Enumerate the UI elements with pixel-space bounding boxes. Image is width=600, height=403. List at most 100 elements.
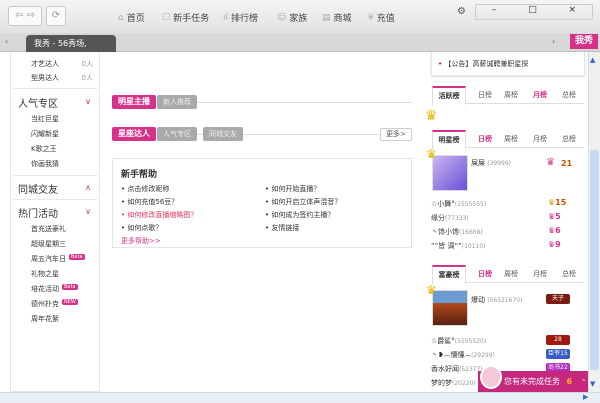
section-popular[interactable]: 人气专区 (18, 95, 58, 110)
nav-ranking[interactable]: ıl 排行榜 (223, 11, 258, 25)
nav-tasks[interactable]: ☐ 新手任务 (162, 11, 209, 25)
tab-popular[interactable]: 人气专区 (157, 127, 197, 141)
nav-recharge[interactable]: ¥ 充值 (368, 11, 395, 25)
ranking-row[interactable]: “”皆 调“”(10110) (431, 241, 486, 251)
new-badge: NEW (62, 299, 78, 305)
tab-star-anchors[interactable]: 明星主播 (112, 95, 156, 109)
vertical-scrollbar[interactable]: ▲ ▼ (588, 52, 600, 392)
rich-ranking-title[interactable]: 富豪榜 (432, 265, 466, 284)
sidebar-item[interactable]: 当红巨星 (31, 114, 59, 124)
nav-shop[interactable]: ▤ 商城 (322, 11, 352, 25)
level-badge: ♛9 (548, 240, 561, 249)
notice-box: • 【公告】高薪诚聘兼职星探 (431, 52, 585, 76)
chevron-down-icon[interactable]: ∨ (85, 207, 91, 216)
chart-icon: ıl (223, 12, 229, 23)
tab-day[interactable]: 日榜 (478, 90, 492, 100)
sidebar-item[interactable]: 才艺达人 (31, 59, 59, 69)
more-help-link[interactable]: 更多帮助>> (121, 236, 161, 246)
notice-link[interactable]: • 【公告】高薪诚聘兼职星探 (438, 59, 528, 69)
tab-new-recommend[interactable]: 新人推荐 (157, 95, 197, 109)
nav-home[interactable]: ⌂ 首页 (118, 11, 145, 25)
help-link[interactable]: • 如何充值56豆？ (121, 197, 178, 207)
sidebar-item[interactable]: 德州扑克 NEW (31, 299, 78, 309)
more-button[interactable]: 更多> (380, 128, 412, 141)
help-link[interactable]: • 如何开启立体声混音？ (265, 197, 341, 207)
tab-week[interactable]: 周榜 (504, 269, 518, 279)
section-city[interactable]: 同城交友 (18, 181, 58, 196)
sidebar-item[interactable]: 你画我猜 (31, 159, 59, 169)
tab-scroll-left-icon[interactable]: ‹ (5, 37, 8, 46)
ranking-row[interactable]: 丶馋小馋(16668) (431, 227, 483, 237)
level-badge: ♛6 (548, 226, 561, 235)
item-count: 0人 (81, 74, 93, 82)
refresh-button[interactable]: ⟳ (46, 6, 66, 26)
ranking-row[interactable]: ☆爵鲨°(5555520) (431, 336, 486, 346)
ranking-row[interactable]: 丶❥෴懵懂෴(29299) (431, 350, 495, 360)
beta-badge: Beta (69, 254, 85, 260)
task-count: 6 (566, 377, 573, 386)
help-link[interactable]: • 如何成为签约主播？ (265, 210, 334, 220)
sidebar-item[interactable]: 闪耀新星 (31, 129, 59, 139)
chevron-up-icon[interactable]: ⌃ (581, 378, 587, 386)
scroll-right-icon[interactable]: ▶ (583, 393, 588, 401)
tab-total[interactable]: 总榜 (562, 269, 576, 279)
active-ranking-tabs: 活跃榜 日榜 周榜 月榜 总榜 (432, 86, 584, 105)
sidebar-item[interactable]: 首充送豪礼 (31, 224, 66, 234)
help-link[interactable]: • 点击修改昵称 (121, 184, 169, 194)
tab-week[interactable]: 周榜 (504, 134, 518, 144)
rich-top-name[interactable]: 爆动 (56521670) (471, 295, 522, 305)
rich-ranking-tabs: 富豪榜 日榜 周榜 月榜 总榜 (432, 265, 584, 284)
section-events[interactable]: 热门活动 (18, 205, 58, 220)
ranking-row[interactable]: 香水好闻(52377) (431, 364, 483, 374)
sidebar-item[interactable]: 超级星期三 (31, 239, 66, 249)
tab-day[interactable]: 日榜 (478, 134, 492, 144)
scroll-up-icon[interactable]: ▲ (590, 56, 595, 64)
avatar[interactable] (432, 290, 468, 326)
tab-month[interactable]: 月榜 (533, 269, 547, 279)
tab-month[interactable]: 月榜 (533, 134, 547, 144)
star-top-name[interactable]: 屎屎 (39999) (471, 158, 511, 168)
ranking-row[interactable]: 缘分(77333) (431, 213, 469, 223)
star-ranking-title[interactable]: 明星榜 (432, 130, 466, 149)
active-ranking-title[interactable]: 活跃榜 (432, 86, 466, 105)
gear-icon[interactable]: ⚙ (457, 6, 466, 17)
back-forward-buttons[interactable]: ⇦ ⇨ (8, 6, 42, 26)
task-reminder-popup[interactable]: 您有未完成任务 6 ⌃ (478, 365, 588, 392)
avatar[interactable] (432, 155, 468, 191)
scrollbar-thumb[interactable] (590, 150, 599, 370)
home-icon: ⌂ (118, 12, 124, 23)
sidebar-item[interactable]: 周五汽车日 Beta (31, 254, 85, 264)
rank-badge: 天子 (546, 294, 570, 304)
chevron-up-icon[interactable]: ∧ (85, 183, 91, 192)
tab-total[interactable]: 总榜 (562, 134, 576, 144)
tab-day[interactable]: 日榜 (478, 269, 492, 279)
help-box: 新手帮助 • 点击修改昵称 • 如何充值56豆？ • 如何修改直播缩略图？ • … (112, 158, 412, 248)
tab-week[interactable]: 周榜 (504, 90, 518, 100)
maximize-icon[interactable]: □ (528, 5, 537, 19)
tab-constellation[interactable]: 星座达人 (112, 127, 156, 141)
sidebar-item[interactable]: 礼物之星 (31, 269, 59, 279)
help-link[interactable]: • 如何点歌？ (121, 223, 162, 233)
tab-city[interactable]: 同城交友 (203, 127, 243, 141)
sidebar-item[interactable]: K歌之王 (31, 144, 57, 154)
close-icon[interactable]: × (569, 5, 577, 19)
sidebar-item[interactable]: 周年花絮 (31, 314, 59, 324)
browser-tab[interactable]: 我秀 - 56秀场, (26, 35, 116, 52)
ranking-row[interactable]: ☆小舞°(1555555) (431, 199, 486, 209)
help-link[interactable]: • 友情链接 (265, 223, 299, 233)
window-controls: – □ × (475, 4, 593, 20)
scroll-down-icon[interactable]: ▼ (590, 380, 595, 388)
ranking-row[interactable]: 梦的梦(20220) (431, 378, 476, 388)
help-link[interactable]: • 如何开始直播？ (265, 184, 320, 194)
chevron-down-icon[interactable]: ∨ (85, 97, 91, 106)
sidebar-item[interactable]: 型男达人 (31, 73, 59, 83)
sidebar-item[interactable]: 培花活动 Beta (31, 284, 78, 294)
help-title: 新手帮助 (121, 170, 158, 180)
tab-month[interactable]: 月榜 (533, 90, 547, 100)
minimize-icon[interactable]: – (492, 5, 497, 19)
horizontal-scrollbar[interactable]: ▶ (0, 392, 600, 403)
tab-scroll-right-icon[interactable]: › (552, 37, 555, 46)
tab-total[interactable]: 总榜 (562, 90, 576, 100)
nav-family[interactable]: ☺ 家族 (277, 11, 307, 25)
help-link[interactable]: • 如何修改直播缩略图？ (121, 210, 197, 220)
